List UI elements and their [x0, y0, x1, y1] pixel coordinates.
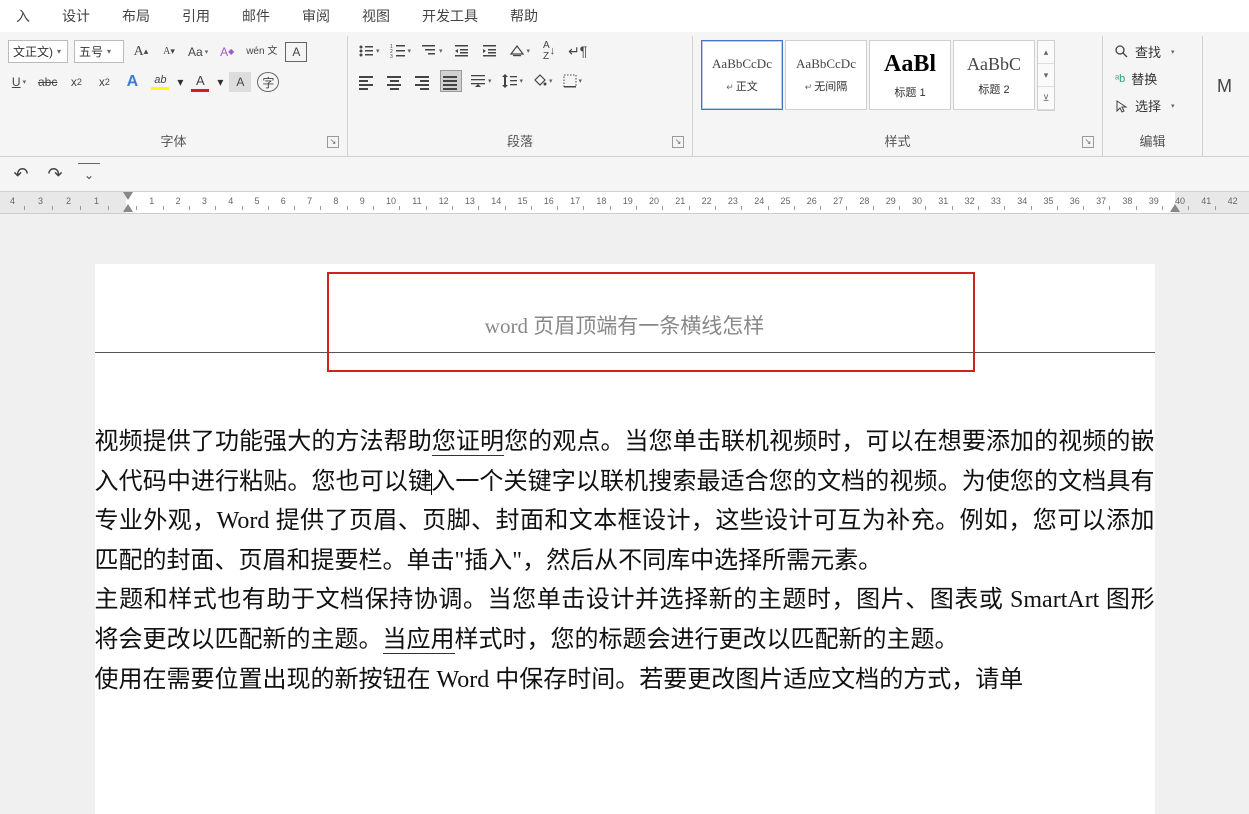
asian-layout-button[interactable]: ▾ [507, 40, 533, 62]
text-effects-button[interactable]: A [121, 71, 143, 93]
menu-help[interactable]: 帮助 [494, 0, 554, 32]
gallery-scroll: ▴ ▾ ⊻ [1037, 40, 1055, 111]
paragraph-dialog-launcher[interactable]: ↘ [672, 136, 684, 148]
ribbon-group-editing: 查找▾ ᵃb 替换 选择▾ 编辑 [1103, 36, 1203, 156]
ribbon-group-styles: AaBbCcDc ↵正文 AaBbCcDc ↵无间隔 AaBl 标题 1 AaB… [693, 36, 1103, 156]
distribute-button[interactable]: ▾ [468, 70, 494, 92]
align-justify-button[interactable] [440, 70, 462, 92]
grow-font-button[interactable]: A▴ [130, 41, 152, 63]
font-color-button[interactable]: A [189, 71, 211, 93]
select-button[interactable]: 选择▾ [1111, 94, 1194, 117]
char-border-button[interactable]: A [285, 42, 307, 62]
undo-button[interactable]: ↶ [10, 163, 32, 185]
style-heading1[interactable]: AaBl 标题 1 [869, 40, 951, 110]
style-nospace[interactable]: AaBbCcDc ↵无间隔 [785, 40, 867, 110]
clear-format-button[interactable]: A◆ [216, 41, 238, 63]
font-dialog-launcher[interactable]: ↘ [327, 136, 339, 148]
menu-references[interactable]: 引用 [166, 0, 226, 32]
font-name-combo[interactable]: 文正文) ▾ [8, 40, 68, 63]
ribbon-group-font: 文正文)▾ 五号▾ A▴ A▾ Aa▾ A◆ wén 文 A U▾ abc x2… [0, 36, 348, 156]
paragraph-3[interactable]: 使用在需要位置出现的新按钮在 Word 中保存时间。若要更改图片适应文档的方式，… [95, 661, 1155, 701]
align-left-button[interactable] [356, 70, 378, 92]
horizontal-ruler[interactable]: 4321123456789101112131415161718192021222… [0, 192, 1249, 214]
para-shading-button[interactable]: ▾ [531, 70, 555, 92]
paragraph-group-label: 段落 ↘ [356, 127, 684, 154]
gallery-up-button[interactable]: ▴ [1038, 41, 1054, 64]
increase-indent-button[interactable] [479, 40, 501, 62]
menu-insert[interactable]: 入 [0, 0, 46, 32]
menu-review[interactable]: 审阅 [286, 0, 346, 32]
font-name-value: 文正文) [13, 43, 53, 60]
quick-access-toolbar: ↶ ↷ ⌄ [0, 157, 1249, 192]
page-header-region[interactable]: word 页眉顶端有一条横线怎样 [95, 264, 1155, 363]
caret-icon: ▾ [57, 47, 61, 56]
font-size-value: 五号 [79, 43, 103, 60]
decrease-indent-button[interactable] [451, 40, 473, 62]
ribbon: 文正文)▾ 五号▾ A▴ A▾ Aa▾ A◆ wén 文 A U▾ abc x2… [0, 32, 1249, 157]
font-color-dropdown[interactable]: ▾ [217, 75, 223, 89]
char-shading-button[interactable]: A [229, 72, 251, 92]
redo-button[interactable]: ↷ [44, 163, 66, 185]
numbering-button[interactable]: 123 ▾ [388, 40, 414, 62]
highlight-button[interactable]: ab [149, 71, 171, 93]
styles-group-label: 样式 ↘ [701, 127, 1094, 154]
strike-button[interactable]: abc [36, 71, 59, 93]
superscript-button[interactable]: x2 [93, 71, 115, 93]
bullets-button[interactable]: ▾ [356, 40, 382, 62]
sort-button[interactable]: AZ↓ [538, 40, 560, 62]
styles-gallery: AaBbCcDc ↵正文 AaBbCcDc ↵无间隔 AaBl 标题 1 AaB… [701, 40, 1055, 111]
caret-icon: ▾ [107, 47, 111, 56]
menu-devtools[interactable]: 开发工具 [406, 0, 494, 32]
paragraph-1[interactable]: 视频提供了功能强大的方法帮助您证明您的观点。当您单击联机视频时，可以在想要添加的… [95, 423, 1155, 581]
menu-design[interactable]: 设计 [46, 0, 106, 32]
menu-view[interactable]: 视图 [346, 0, 406, 32]
enclosed-char-button[interactable]: 字 [257, 72, 279, 92]
search-icon [1115, 45, 1129, 59]
font-group-label: 字体 ↘ [8, 127, 339, 154]
menu-layout[interactable]: 布局 [106, 0, 166, 32]
align-center-button[interactable] [384, 70, 406, 92]
customize-qat-button[interactable]: ⌄ [78, 163, 100, 185]
cursor-icon [1115, 99, 1129, 113]
borders-button[interactable]: ▾ [561, 70, 585, 92]
find-button[interactable]: 查找▾ [1111, 40, 1194, 63]
phonetic-button[interactable]: wén 文 [244, 41, 279, 63]
editing-group-label: 编辑 [1111, 127, 1194, 154]
gallery-expand-button[interactable]: ⊻ [1038, 87, 1054, 110]
document-area[interactable]: word 页眉顶端有一条横线怎样 视频提供了功能强大的方法帮助您证明您的观点。当… [0, 214, 1249, 814]
menu-mailings[interactable]: 邮件 [226, 0, 286, 32]
replace-button[interactable]: ᵃb 替换 [1111, 67, 1194, 90]
gallery-down-button[interactable]: ▾ [1038, 64, 1054, 87]
ribbon-group-paragraph: ▾ 123 ▾ ▾ ▾ [348, 36, 693, 156]
highlight-dropdown[interactable]: ▾ [177, 75, 183, 89]
font-size-combo[interactable]: 五号 ▾ [74, 40, 124, 63]
paragraph-2[interactable]: 主题和样式也有助于文档保持协调。当您单击设计并选择新的主题时，图片、图表或 Sm… [95, 581, 1155, 660]
subscript-button[interactable]: x2 [65, 71, 87, 93]
header-underline [95, 352, 1155, 353]
show-marks-button[interactable]: ↵¶ [566, 40, 589, 62]
menu-bar: 入 设计 布局 引用 邮件 审阅 视图 开发工具 帮助 [0, 0, 1249, 32]
change-case-button[interactable]: Aa▾ [186, 41, 210, 63]
svg-text:3: 3 [390, 54, 393, 58]
page: word 页眉顶端有一条横线怎样 视频提供了功能强大的方法帮助您证明您的观点。当… [95, 264, 1155, 814]
shrink-font-button[interactable]: A▾ [158, 41, 180, 63]
style-heading2[interactable]: AaBbC 标题 2 [953, 40, 1035, 110]
document-body[interactable]: 视频提供了功能强大的方法帮助您证明您的观点。当您单击联机视频时，可以在想要添加的… [95, 363, 1155, 700]
styles-dialog-launcher[interactable]: ↘ [1082, 136, 1094, 148]
multilevel-button[interactable]: ▾ [419, 40, 445, 62]
ribbon-more[interactable]: M [1203, 36, 1242, 156]
line-spacing-button[interactable]: ▾ [500, 70, 526, 92]
underline-button[interactable]: U▾ [8, 71, 30, 93]
replace-icon: ᵃb [1115, 73, 1125, 85]
align-right-button[interactable] [412, 70, 434, 92]
style-normal[interactable]: AaBbCcDc ↵正文 [701, 40, 783, 110]
header-text[interactable]: word 页眉顶端有一条横线怎样 [95, 304, 1155, 352]
